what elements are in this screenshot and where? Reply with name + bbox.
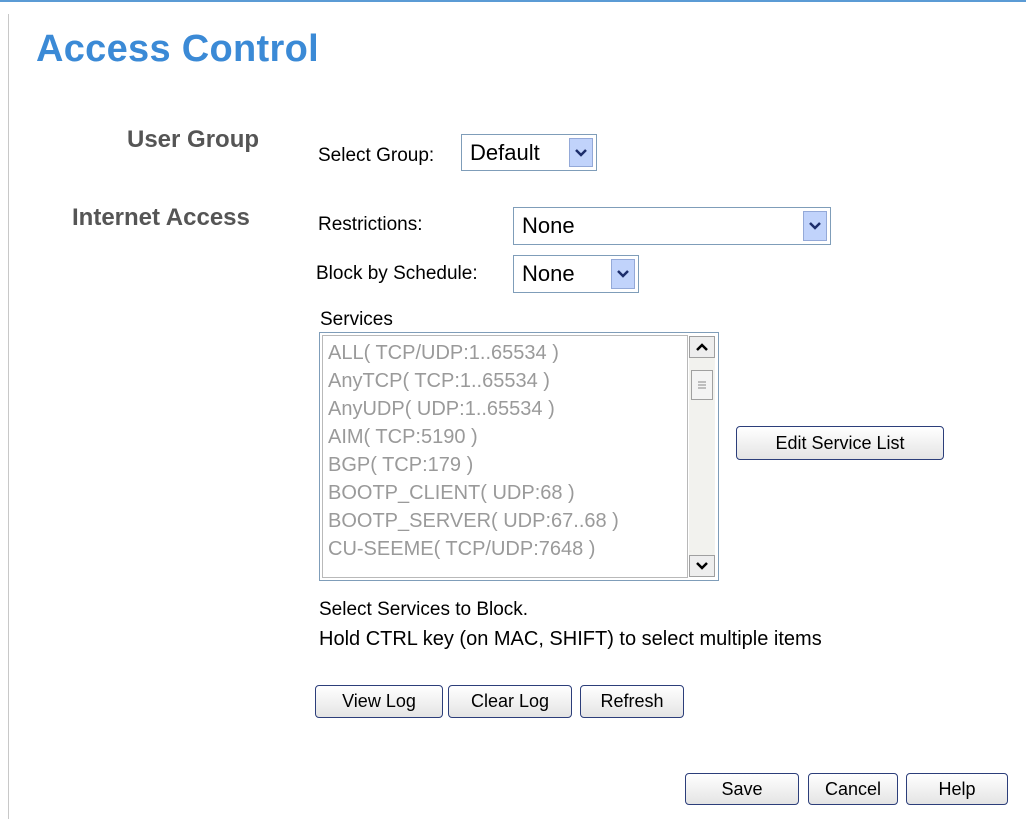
services-hint: Select Services to Block. xyxy=(319,599,529,620)
edit-service-list-label: Edit Service List xyxy=(775,432,905,453)
chevron-down-icon[interactable] xyxy=(569,138,593,167)
refresh-label: Refresh xyxy=(600,691,664,711)
cancel-button[interactable]: Cancel xyxy=(808,773,898,805)
multi-select-hint: Hold CTRL key (on MAC, SHIFT) to select … xyxy=(319,628,822,650)
select-group-label: Select Group: xyxy=(318,145,435,166)
cancel-label: Cancel xyxy=(824,778,882,799)
edit-service-list-button[interactable]: Edit Service List xyxy=(736,426,944,460)
select-group-value: Default xyxy=(470,139,540,165)
view-log-button[interactable]: View Log xyxy=(315,685,443,718)
schedule-dropdown[interactable]: None xyxy=(513,255,639,293)
list-item[interactable]: BGP( TCP:179 ) xyxy=(328,451,619,479)
list-item[interactable]: BOOTP_CLIENT( UDP:68 ) xyxy=(328,479,619,507)
services-listbox[interactable]: ALL( TCP/UDP:1..65534 ) AnyTCP( TCP:1..6… xyxy=(319,332,719,581)
schedule-value: None xyxy=(522,261,575,286)
top-border xyxy=(0,0,1026,2)
restrictions-label: Restrictions: xyxy=(318,214,423,235)
list-item[interactable]: AIM( TCP:5190 ) xyxy=(328,423,619,451)
restrictions-value: None xyxy=(522,213,575,238)
services-list: ALL( TCP/UDP:1..65534 ) AnyTCP( TCP:1..6… xyxy=(328,339,619,563)
list-item[interactable]: ALL( TCP/UDP:1..65534 ) xyxy=(328,339,619,367)
help-button[interactable]: Help xyxy=(906,773,1008,805)
left-border xyxy=(8,14,9,819)
services-label: Services xyxy=(320,309,393,330)
scroll-thumb[interactable] xyxy=(691,370,713,400)
select-group-dropdown[interactable]: Default xyxy=(461,134,597,171)
scroll-down-button[interactable] xyxy=(689,555,715,577)
save-label: Save xyxy=(721,778,763,799)
user-group-heading: User Group xyxy=(127,126,260,153)
save-button[interactable]: Save xyxy=(685,773,799,805)
page-title: Access Control xyxy=(36,28,319,70)
list-item[interactable]: AnyUDP( UDP:1..65534 ) xyxy=(328,395,619,423)
view-log-label: View Log xyxy=(342,691,416,711)
vertical-scrollbar[interactable] xyxy=(689,336,715,577)
scroll-up-button[interactable] xyxy=(689,336,715,358)
list-item[interactable]: BOOTP_SERVER( UDP:67..68 ) xyxy=(328,507,619,535)
internet-access-heading: Internet Access xyxy=(72,204,250,231)
refresh-button[interactable]: Refresh xyxy=(580,685,684,718)
block-by-schedule-label: Block by Schedule: xyxy=(316,263,478,284)
list-item[interactable]: CU-SEEME( TCP/UDP:7648 ) xyxy=(328,535,619,563)
chevron-down-icon[interactable] xyxy=(803,211,827,241)
clear-log-label: Clear Log xyxy=(470,691,550,711)
restrictions-dropdown[interactable]: None xyxy=(513,207,831,245)
list-item[interactable]: AnyTCP( TCP:1..65534 ) xyxy=(328,367,619,395)
help-label: Help xyxy=(938,778,976,799)
chevron-down-icon[interactable] xyxy=(611,259,635,289)
clear-log-button[interactable]: Clear Log xyxy=(448,685,572,718)
